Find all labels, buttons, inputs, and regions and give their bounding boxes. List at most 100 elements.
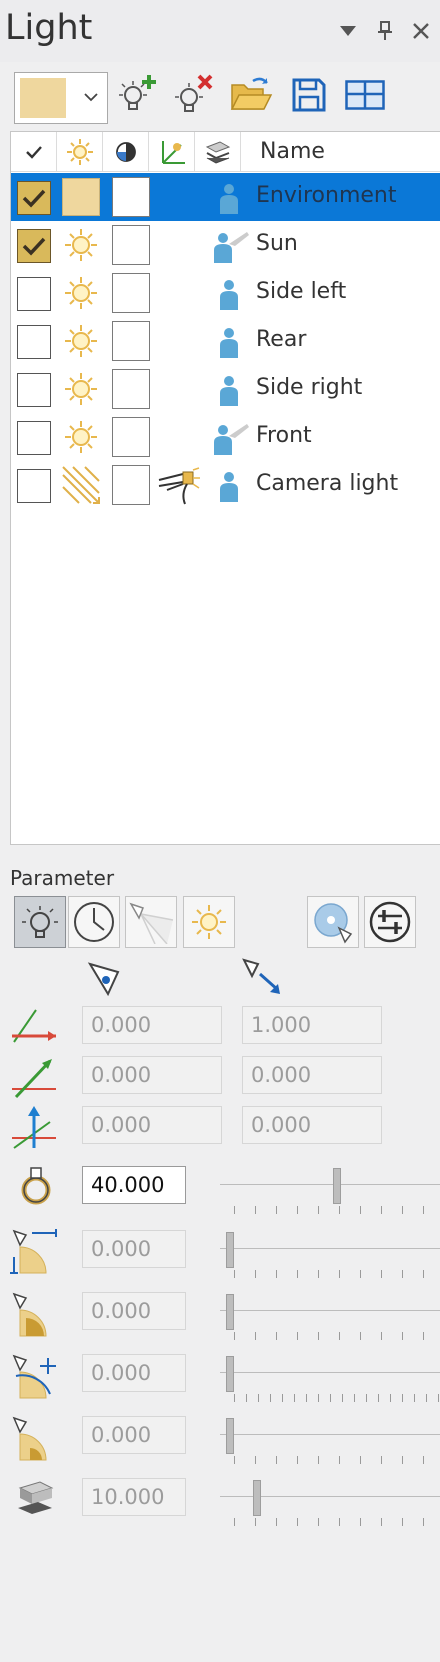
light-name: Camera light: [256, 471, 399, 496]
direction-x-field[interactable]: 1.000: [242, 1006, 382, 1044]
header-shadow[interactable]: [103, 132, 149, 172]
slider-thumb[interactable]: [226, 1232, 234, 1268]
sun-icon: [61, 321, 101, 361]
cone-hotspot-field[interactable]: 0.000: [82, 1416, 186, 1454]
shadow-cell[interactable]: [112, 273, 150, 313]
cone-falloff-slider[interactable]: [220, 1292, 440, 1342]
position-y-field[interactable]: 0.000: [82, 1056, 222, 1094]
intensity-field[interactable]: 40.000: [82, 1166, 186, 1204]
sliders-settings-icon: [369, 901, 411, 943]
sun-mode-button[interactable]: [183, 896, 235, 948]
slider-thumb[interactable]: [333, 1168, 341, 1204]
color-swatch: [20, 78, 66, 118]
list-item-front[interactable]: Front: [11, 413, 440, 461]
time-mode-button[interactable]: [68, 896, 120, 948]
enabled-checkbox[interactable]: [17, 469, 51, 503]
open-button[interactable]: [228, 72, 274, 118]
list-item-rear[interactable]: Rear: [11, 317, 440, 365]
checkmark-icon: [25, 146, 42, 159]
enabled-checkbox[interactable]: [17, 181, 51, 215]
add-light-icon: [119, 75, 156, 110]
shadow-cell[interactable]: [112, 177, 150, 217]
header-target[interactable]: [149, 132, 195, 172]
list-header: Name: [11, 132, 440, 172]
light-name: Sun: [256, 231, 298, 256]
enabled-checkbox[interactable]: [17, 325, 51, 359]
cone-spread-field[interactable]: 0.000: [82, 1230, 186, 1268]
projection-button[interactable]: [307, 896, 359, 948]
slider-thumb[interactable]: [226, 1418, 234, 1454]
person-icon: [207, 273, 251, 317]
header-layer[interactable]: [195, 132, 241, 172]
person-icon: [207, 369, 251, 413]
shadow-cell[interactable]: [112, 321, 150, 361]
list-item-camera-light[interactable]: Camera light: [11, 461, 440, 509]
point-light-mode-button[interactable]: [14, 896, 66, 948]
intensity-slider[interactable]: [220, 1166, 440, 1216]
pin-icon[interactable]: [372, 18, 398, 44]
shadow-cell[interactable]: [112, 369, 150, 409]
shadow-cell[interactable]: [112, 225, 150, 265]
spot-light-mode-button[interactable]: [125, 896, 177, 948]
cone-spread-slider[interactable]: [220, 1230, 440, 1280]
enabled-checkbox[interactable]: [17, 421, 51, 455]
list-item-environment[interactable]: Environment: [11, 173, 440, 221]
shadow-cell[interactable]: [112, 417, 150, 457]
shadow-layer-icon: [14, 1476, 58, 1520]
position-z-field[interactable]: 0.000: [82, 1106, 222, 1144]
directional-rays-icon: [61, 465, 101, 505]
delete-light-icon: [175, 74, 213, 112]
panel-title: Light: [5, 8, 93, 48]
light-name: Rear: [256, 327, 307, 352]
header-name[interactable]: Name: [260, 139, 325, 164]
cone-hotspot-slider[interactable]: [220, 1416, 440, 1466]
cone-falloff-field[interactable]: 0.000: [82, 1292, 186, 1330]
person-icon: [207, 177, 251, 221]
directional-person-icon: [207, 417, 251, 461]
close-icon[interactable]: [408, 18, 434, 44]
slider-thumb[interactable]: [226, 1294, 234, 1330]
slider-thumb[interactable]: [253, 1480, 261, 1516]
chevron-down-icon[interactable]: [335, 18, 361, 44]
save-button[interactable]: [286, 72, 332, 118]
y-axis-icon: [10, 1055, 58, 1099]
save-icon: [292, 78, 326, 112]
cone-angle-field[interactable]: 0.000: [82, 1354, 186, 1392]
shadow-cell[interactable]: [112, 465, 150, 505]
layout-button[interactable]: [342, 72, 388, 118]
enabled-checkbox[interactable]: [17, 229, 51, 263]
header-enabled[interactable]: [11, 132, 57, 172]
enabled-checkbox[interactable]: [17, 277, 51, 311]
delete-light-button[interactable]: [170, 72, 216, 118]
list-item-side-right[interactable]: Side right: [11, 365, 440, 413]
add-light-button[interactable]: [114, 72, 160, 118]
cone-angle-icon: [10, 1352, 60, 1400]
position-x-field[interactable]: 0.000: [82, 1006, 222, 1044]
grid-layout-icon: [345, 80, 385, 110]
slider-thumb[interactable]: [226, 1356, 234, 1392]
disc-spot-icon: [314, 903, 353, 944]
sun-icon: [192, 905, 226, 939]
shadow-softness-slider[interactable]: [220, 1478, 440, 1528]
cone-angle-slider[interactable]: [220, 1354, 440, 1404]
directional-person-icon: [207, 225, 251, 269]
camera-spot-icon: [156, 463, 202, 509]
light-list[interactable]: Name Environment Sun Side left Rear Side…: [10, 131, 440, 845]
axis-target-icon: [161, 141, 185, 164]
adjust-settings-button[interactable]: [364, 896, 416, 948]
header-type[interactable]: [57, 132, 103, 172]
list-item-sun[interactable]: Sun: [11, 221, 440, 269]
light-name: Side right: [256, 375, 363, 400]
color-swatch-dropdown[interactable]: [14, 72, 108, 124]
direction-y-field[interactable]: 0.000: [242, 1056, 382, 1094]
list-item-side-left[interactable]: Side left: [11, 269, 440, 317]
title-bar: Light: [0, 0, 440, 62]
folder-open-icon: [230, 77, 273, 110]
enabled-checkbox[interactable]: [17, 373, 51, 407]
shadow-softness-field[interactable]: 10.000: [82, 1478, 186, 1516]
sun-icon: [61, 417, 101, 457]
light-name: Environment: [256, 183, 397, 208]
person-icon: [207, 321, 251, 365]
direction-z-field[interactable]: 0.000: [242, 1106, 382, 1144]
x-axis-icon: [10, 1006, 58, 1046]
